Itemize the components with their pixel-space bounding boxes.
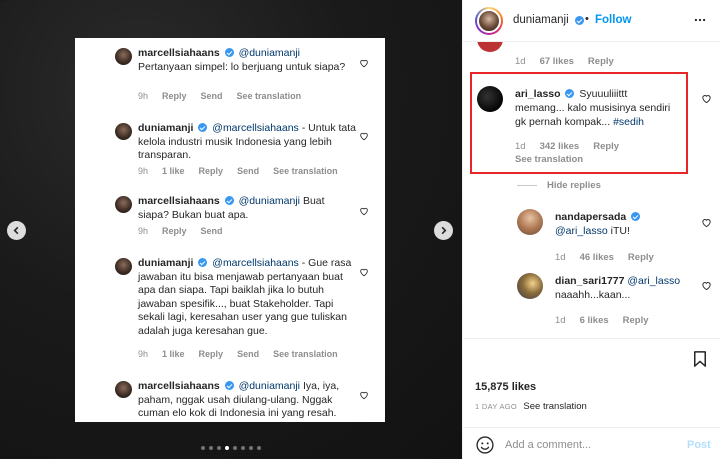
carousel-next-button[interactable] (434, 221, 453, 240)
heart-icon[interactable] (701, 280, 712, 291)
heart-icon (360, 268, 368, 277)
comment-mention[interactable]: @ari_lasso (627, 275, 680, 287)
heart-icon (360, 59, 368, 68)
see-translation-link[interactable]: See translation (523, 401, 586, 412)
verified-badge-icon (224, 196, 234, 205)
heart-icon[interactable] (701, 217, 712, 228)
post-media: marcellsiahaans @duniamanji Pertanyaan s… (0, 0, 462, 459)
comment-mention: @duniamanji (238, 380, 301, 392)
avatar (115, 48, 132, 65)
comment-username: duniamanji (138, 122, 194, 134)
verified-badge-icon (565, 89, 575, 98)
follow-button[interactable]: Follow (595, 14, 631, 26)
avatar (115, 258, 132, 275)
verified-badge-icon (224, 381, 234, 390)
hide-replies-button[interactable]: Hide replies (517, 180, 601, 191)
comment-composer: Post (463, 427, 720, 459)
comment-username: duniamanji (138, 257, 194, 269)
carousel-indicator (0, 446, 462, 450)
comment-text: naaahh...kaan... (555, 289, 631, 301)
carousel-dot (233, 446, 237, 450)
carousel-dot (241, 446, 245, 450)
comment-username[interactable]: nandapersada (555, 211, 626, 223)
carousel-dot (257, 446, 261, 450)
carousel-prev-button[interactable] (7, 221, 26, 240)
comment-screenshot: marcellsiahaans @duniamanji Pertanyaan s… (75, 38, 385, 422)
hashtag-link[interactable]: #sedih (613, 116, 644, 128)
post-actions: 15,875 likes 1 DAY AGO See translation P… (463, 338, 720, 459)
comment-username[interactable]: ari_lasso (515, 88, 561, 100)
heart-icon[interactable] (701, 93, 712, 104)
see-translation-link[interactable]: See translation (515, 154, 583, 165)
comment-mention: @marcellsiahaans (212, 257, 299, 269)
avatar (115, 196, 132, 213)
comment-mention: @duniamanji (238, 47, 301, 59)
post-comment-button[interactable]: Post (687, 439, 711, 451)
post-timestamp: 1 DAY AGO (475, 402, 518, 411)
carousel-dot (209, 446, 213, 450)
comment-mention: @duniamanji (238, 195, 301, 207)
avatar[interactable] (517, 209, 543, 235)
emoji-icon[interactable] (475, 435, 495, 455)
chevron-left-icon (13, 226, 19, 235)
avatar[interactable] (477, 86, 503, 112)
more-options-icon[interactable] (691, 13, 709, 27)
bookmark-icon[interactable] (691, 349, 709, 369)
carousel-dot (201, 446, 205, 450)
comment-username: marcellsiahaans (138, 195, 220, 207)
verified-badge-icon (198, 123, 208, 132)
comment-username[interactable]: dian_sari1777 (555, 275, 624, 287)
avatar (115, 123, 132, 140)
likes-count[interactable]: 15,875 likes (475, 381, 536, 393)
post-header: duniamanji • Follow (463, 0, 720, 42)
avatar[interactable] (517, 273, 543, 299)
heart-icon (360, 207, 368, 216)
verified-badge-icon (198, 258, 208, 267)
carousel-dot (225, 446, 229, 450)
comment-text: Pertanyaan simpel: lo berjuang untuk sia… (138, 60, 346, 73)
heart-icon (360, 132, 368, 141)
comment-username: marcellsiahaans (138, 47, 220, 59)
comment-mention: @marcellsiahaans (212, 122, 299, 134)
carousel-dot (217, 446, 221, 450)
carousel-dot (249, 446, 253, 450)
comment-username: marcellsiahaans (138, 380, 220, 392)
verified-badge-icon (224, 48, 234, 57)
header-username[interactable]: duniamanji (513, 14, 569, 26)
chevron-right-icon (441, 226, 447, 235)
avatar (115, 381, 132, 398)
verified-badge-icon (575, 16, 584, 25)
verified-badge-icon (631, 212, 641, 221)
separator-dot: • (585, 13, 589, 25)
heart-icon (360, 391, 368, 400)
comment-mention[interactable]: @ari_lasso (555, 225, 608, 237)
comment-text: iTU! (610, 225, 630, 237)
comment-input[interactable] (505, 435, 675, 455)
profile-avatar[interactable] (475, 7, 503, 35)
post-sidebar: 1d 67 likes Reply duniamanji • Follow ari_… (462, 0, 720, 459)
